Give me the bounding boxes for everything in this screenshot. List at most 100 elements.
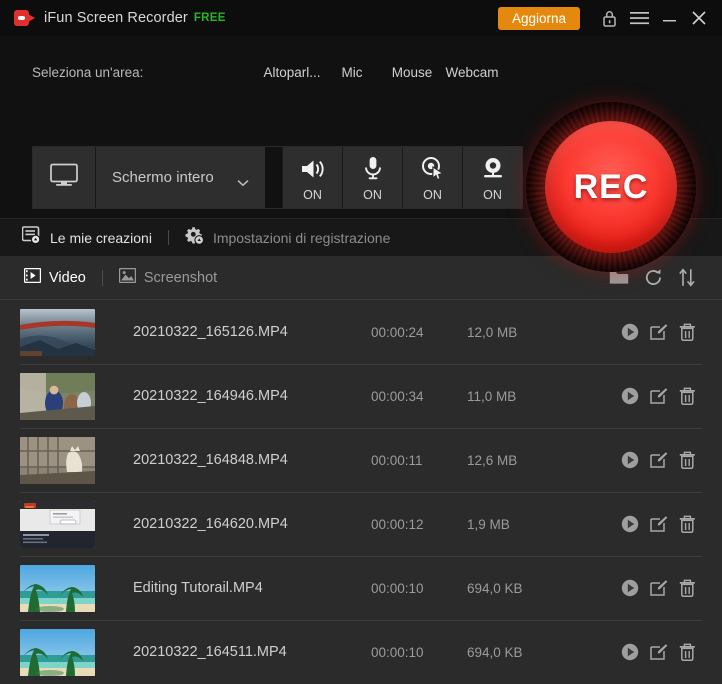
- minimize-icon[interactable]: [654, 3, 684, 33]
- table-row[interactable]: 20210322_165126.MP4 00:00:24 12,0 MB: [0, 300, 722, 364]
- delete-icon[interactable]: [673, 638, 702, 667]
- webcam-icon: [481, 154, 505, 180]
- control-panel: Seleziona un'area: Altoparl... Mic Mouse…: [0, 36, 722, 272]
- mic-state: ON: [363, 187, 382, 202]
- edition-badge: FREE: [193, 12, 226, 24]
- file-name: 20210322_164511.MP4: [133, 644, 287, 660]
- video-thumbnail[interactable]: [20, 628, 95, 676]
- video-thumbnail[interactable]: [20, 564, 95, 612]
- mouse-state: ON: [423, 187, 442, 202]
- area-select-value: Schermo intero: [112, 169, 214, 186]
- image-icon: [118, 267, 137, 288]
- video-file-list: 20210322_165126.MP4 00:00:24 12,0 MB 202…: [0, 300, 722, 684]
- ifun-screen-recorder-window: iFun Screen Recorder FREE Aggiorna Selez…: [0, 0, 722, 684]
- record-button-label: REC: [573, 167, 649, 206]
- area-select-dropdown[interactable]: Schermo intero: [96, 147, 265, 208]
- tab-video[interactable]: Video: [23, 267, 86, 288]
- hamburger-menu-icon[interactable]: [624, 3, 654, 33]
- file-duration: 00:00:10: [371, 580, 424, 596]
- upgrade-button[interactable]: Aggiorna: [497, 6, 580, 30]
- mouse-toggle[interactable]: ON: [402, 147, 462, 208]
- file-size: 12,0 MB: [467, 324, 518, 340]
- delete-icon[interactable]: [673, 574, 702, 603]
- table-row[interactable]: 20210322_164620.MP4 00:00:12 1,9 MB: [0, 492, 722, 556]
- delete-icon[interactable]: [673, 446, 702, 475]
- recording-settings-label: Impostazioni di registrazione: [212, 229, 391, 246]
- tab-screenshot[interactable]: Screenshot: [118, 267, 218, 288]
- record-knob: REC: [526, 102, 696, 272]
- select-area-label: Seleziona un'area:: [32, 65, 144, 80]
- microphone-icon: [362, 154, 384, 180]
- delete-icon[interactable]: [673, 382, 702, 411]
- webcam-label: Webcam: [445, 65, 499, 80]
- my-creations-button[interactable]: Le mie creazioni: [21, 226, 152, 249]
- delete-icon[interactable]: [673, 318, 702, 347]
- play-icon[interactable]: [615, 446, 644, 475]
- record-button[interactable]: REC: [545, 121, 677, 253]
- play-icon[interactable]: [615, 638, 644, 667]
- tab-divider: [101, 269, 103, 286]
- file-name: 20210322_164848.MP4: [133, 452, 288, 468]
- tab-video-label: Video: [49, 269, 86, 286]
- table-row[interactable]: 20210322_164848.MP4 00:00:11 12,6 MB: [0, 428, 722, 492]
- edit-icon[interactable]: [644, 318, 673, 347]
- mic-label: Mic: [341, 65, 363, 80]
- video-thumbnail[interactable]: [20, 500, 95, 548]
- table-row[interactable]: 20210322_164511.MP4 00:00:10 694,0 KB: [0, 620, 722, 684]
- control-labels-row: Seleziona un'area: Altoparl... Mic Mouse…: [32, 65, 500, 85]
- webcam-toggle[interactable]: ON: [462, 147, 522, 208]
- delete-icon[interactable]: [673, 510, 702, 539]
- table-row[interactable]: 20210322_164946.MP4 00:00:34 11,0 MB: [0, 364, 722, 428]
- video-thumbnail[interactable]: [20, 372, 95, 420]
- video-thumbnail[interactable]: [20, 308, 95, 356]
- controls-gap: [265, 147, 282, 208]
- screen-select-button[interactable]: [33, 147, 96, 208]
- speaker-label: Altoparl...: [263, 65, 321, 80]
- file-duration: 00:00:11: [371, 452, 423, 468]
- my-creations-label: Le mie creazioni: [50, 229, 152, 246]
- tab-screenshot-label: Screenshot: [143, 269, 218, 286]
- speaker-state: ON: [303, 187, 322, 202]
- chevron-down-icon: [237, 174, 249, 186]
- play-icon[interactable]: [615, 510, 644, 539]
- file-name: 20210322_165126.MP4: [133, 324, 288, 340]
- file-size: 1,9 MB: [467, 516, 510, 532]
- webcam-state: ON: [483, 187, 502, 202]
- camcorder-icon: [14, 10, 36, 26]
- edit-icon[interactable]: [644, 638, 673, 667]
- speaker-icon: [300, 154, 326, 180]
- close-icon[interactable]: [684, 3, 714, 33]
- file-duration: 00:00:12: [371, 516, 424, 532]
- mouse-label: Mouse: [391, 65, 433, 80]
- play-icon[interactable]: [615, 382, 644, 411]
- file-duration: 00:00:10: [371, 644, 424, 660]
- recording-settings-button[interactable]: Impostazioni di registrazione: [185, 226, 390, 250]
- lock-icon[interactable]: [594, 3, 624, 33]
- edit-icon[interactable]: [644, 382, 673, 411]
- file-name: Editing Tutorail.MP4: [133, 580, 263, 596]
- my-creations-icon: [21, 226, 41, 249]
- file-duration: 00:00:34: [371, 388, 424, 404]
- monitor-icon: [50, 163, 78, 192]
- table-row[interactable]: Editing Tutorail.MP4 00:00:10 694,0 KB: [0, 556, 722, 620]
- play-icon[interactable]: [615, 574, 644, 603]
- play-icon[interactable]: [615, 318, 644, 347]
- edit-icon[interactable]: [644, 510, 673, 539]
- file-name: 20210322_164620.MP4: [133, 516, 288, 532]
- gear-icon: [185, 226, 204, 250]
- file-size: 694,0 KB: [467, 580, 523, 596]
- title-bar: iFun Screen Recorder FREE Aggiorna: [0, 0, 722, 36]
- mouse-click-icon: [420, 154, 446, 180]
- capture-controls-row: Schermo intero ON ON ON ON: [32, 146, 523, 209]
- file-name: 20210322_164946.MP4: [133, 388, 288, 404]
- speaker-toggle[interactable]: ON: [282, 147, 342, 208]
- toolbar-divider: [167, 230, 169, 245]
- file-size: 12,6 MB: [467, 452, 518, 468]
- app-title: iFun Screen Recorder: [44, 10, 188, 26]
- edit-icon[interactable]: [644, 574, 673, 603]
- file-size: 11,0 MB: [467, 388, 517, 404]
- video-thumbnail[interactable]: [20, 436, 95, 484]
- edit-icon[interactable]: [644, 446, 673, 475]
- file-size: 694,0 KB: [467, 644, 523, 660]
- mic-toggle[interactable]: ON: [342, 147, 402, 208]
